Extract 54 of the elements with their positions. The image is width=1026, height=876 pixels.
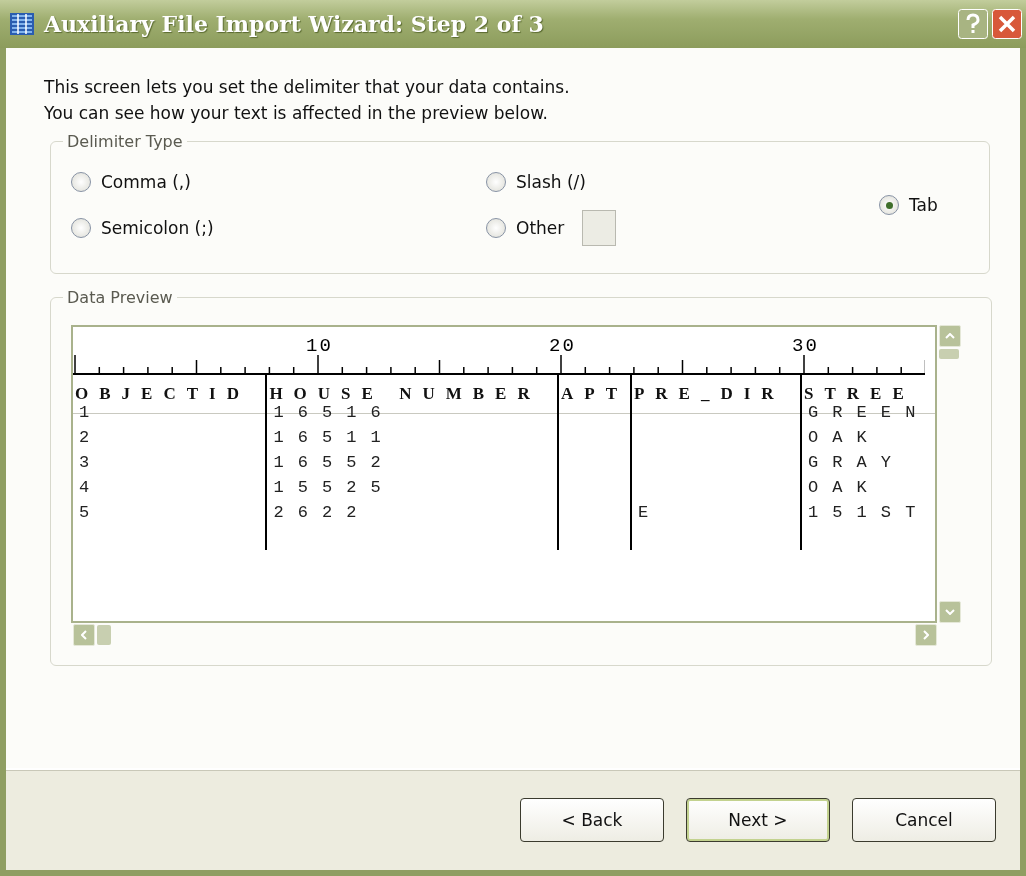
column-header: PRE_DIR bbox=[633, 384, 785, 404]
radio-label[interactable]: Tab bbox=[909, 195, 938, 215]
table-cell: 16511 bbox=[273, 428, 395, 447]
table-cell: GRAY bbox=[807, 453, 906, 472]
radio-button[interactable] bbox=[486, 172, 506, 192]
grid-app-icon bbox=[10, 13, 34, 35]
radio-label[interactable]: Semicolon (;) bbox=[101, 218, 214, 238]
ruler-number: 20 bbox=[549, 335, 573, 357]
table-cell: 2 bbox=[79, 428, 104, 447]
table-cell: 4 bbox=[79, 478, 104, 497]
column-header: STREE bbox=[803, 384, 915, 404]
ruler-number: 10 bbox=[306, 335, 330, 357]
column-header: HOUSE NUMBER bbox=[269, 384, 541, 404]
scroll-thumb[interactable] bbox=[939, 349, 959, 359]
radio-button[interactable] bbox=[71, 172, 91, 192]
close-icon[interactable] bbox=[992, 9, 1022, 39]
scroll-down-icon[interactable] bbox=[939, 601, 961, 623]
table-cell: 3 bbox=[79, 453, 104, 472]
table-cell: 16552 bbox=[273, 453, 395, 472]
window-title: Auxiliary File Import Wizard: Step 2 of 3 bbox=[44, 11, 545, 37]
table-cell: 16516 bbox=[273, 403, 395, 422]
wizard-button[interactable]: < Back bbox=[520, 798, 664, 842]
radio-button[interactable] bbox=[71, 218, 91, 238]
radio-label[interactable]: Other bbox=[516, 218, 565, 238]
table-cell: 1 bbox=[79, 403, 104, 422]
instruction-text: This screen lets you set the delimiter that your data contains. bbox=[44, 76, 571, 99]
instruction-text: You can see how your text is affected in the preview below. bbox=[44, 102, 549, 125]
wizard-button[interactable]: Cancel bbox=[852, 798, 996, 842]
group-title: Delimiter Type bbox=[66, 132, 184, 151]
scroll-right-icon[interactable] bbox=[915, 624, 937, 646]
ruler-number: 30 bbox=[792, 335, 816, 357]
radio-button[interactable] bbox=[486, 218, 506, 238]
scroll-up-icon[interactable] bbox=[939, 325, 961, 347]
table-cell: OAK bbox=[807, 478, 881, 497]
scroll-thumb[interactable] bbox=[97, 625, 111, 645]
table-cell: GREEN bbox=[807, 403, 930, 422]
table-cell: 2622 bbox=[273, 503, 371, 522]
scroll-left-icon[interactable] bbox=[73, 624, 95, 646]
table-cell: 151ST bbox=[807, 503, 930, 522]
wizard-button[interactable]: Next > bbox=[686, 798, 830, 842]
table-cell: OAK bbox=[807, 428, 881, 447]
other-delimiter-field[interactable] bbox=[582, 210, 617, 246]
table-cell: 5 bbox=[79, 503, 104, 522]
radio-label[interactable]: Slash (/) bbox=[516, 172, 586, 192]
horizontal-scrollbar[interactable] bbox=[71, 623, 937, 645]
help-icon[interactable] bbox=[958, 9, 988, 39]
radio-button[interactable] bbox=[879, 195, 899, 215]
group-title: Data Preview bbox=[66, 288, 174, 307]
column-header: APT bbox=[561, 384, 628, 404]
table-cell: E bbox=[637, 503, 663, 522]
column-header: OBJECTID bbox=[75, 384, 250, 404]
table-cell: 15525 bbox=[273, 478, 395, 497]
radio-label[interactable]: Comma (,) bbox=[101, 172, 191, 192]
vertical-scrollbar[interactable] bbox=[937, 325, 961, 623]
